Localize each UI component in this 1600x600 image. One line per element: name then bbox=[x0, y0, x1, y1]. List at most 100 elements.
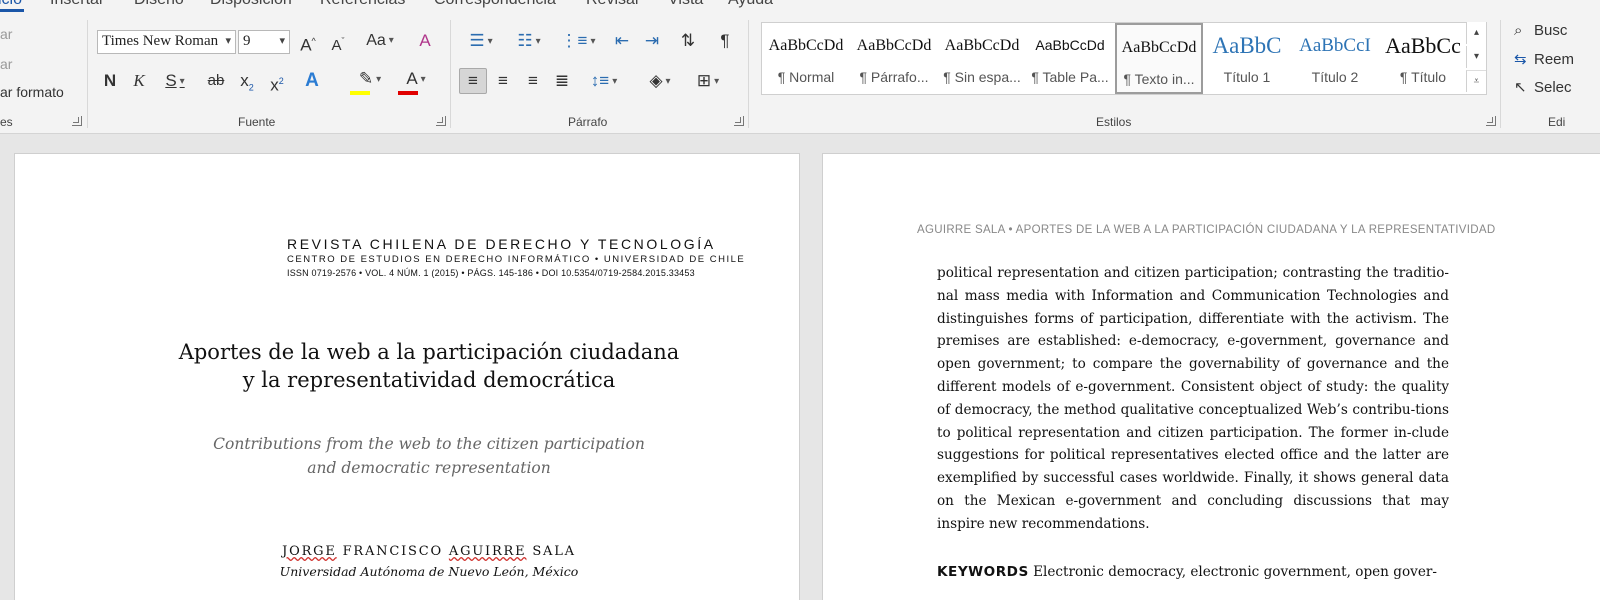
borders-button[interactable]: ⊞ ▾ bbox=[688, 69, 728, 95]
style-table-paragraph[interactable]: AaBbCcDd ¶ Table Pa... bbox=[1026, 23, 1114, 94]
font-size-combobox[interactable]: 9 ▾ bbox=[238, 30, 290, 54]
shrink-font-button[interactable]: Aˇ bbox=[327, 29, 349, 55]
editing-group-label: Edi bbox=[1548, 115, 1566, 129]
find-button[interactable]: ⌕ Busc bbox=[1514, 22, 1567, 39]
journal-header: REVISTA CHILENA DE DERECHO Y TECNOLOGÍA … bbox=[287, 236, 746, 278]
find-label: Busc bbox=[1534, 22, 1568, 39]
style-sample: AaBbCcDd bbox=[1121, 39, 1197, 56]
chevron-down-icon: ▾ bbox=[535, 35, 541, 47]
select-button[interactable]: ↖ Selec bbox=[1514, 78, 1572, 96]
tab-vista[interactable]: Vista bbox=[668, 0, 703, 9]
document-page-2[interactable]: AGUIRRE SALA • APORTES DE LA WEB A LA PA… bbox=[822, 153, 1600, 600]
change-case-icon: Aa bbox=[366, 32, 386, 50]
tab-diseno[interactable]: Diseño bbox=[134, 0, 184, 9]
style-titulo-2[interactable]: AaBbCcI Título 2 bbox=[1291, 23, 1379, 94]
style-sin-espaciado[interactable]: AaBbCcDd ¶ Sin espa... bbox=[938, 23, 1026, 94]
tab-correspondencia[interactable]: Correspondencia bbox=[434, 0, 556, 9]
gallery-scroll-down-button[interactable]: ▾ bbox=[1466, 46, 1486, 68]
gallery-scroll-up-button[interactable]: ▴ bbox=[1466, 22, 1486, 44]
subscript-button[interactable]: x2 bbox=[236, 69, 258, 95]
increase-indent-button[interactable]: ⇥ bbox=[640, 29, 664, 55]
grow-font-button[interactable]: A^ bbox=[297, 29, 319, 55]
italic-button[interactable]: K bbox=[128, 69, 150, 95]
select-label: Selec bbox=[1534, 79, 1572, 96]
change-case-button[interactable]: Aa ▾ bbox=[360, 29, 400, 55]
author-name-part: FRANCISCO bbox=[336, 544, 449, 559]
style-name: Título 2 bbox=[1311, 69, 1359, 85]
font-name-combobox[interactable]: Times New Roman ▾ bbox=[97, 30, 236, 54]
numbering-button[interactable]: ☷ ▾ bbox=[508, 29, 550, 55]
show-marks-button[interactable]: ¶ bbox=[714, 29, 736, 55]
borders-icon: ⊞ bbox=[696, 71, 712, 90]
more-styles-icon: ⩡ bbox=[1473, 76, 1480, 87]
style-name: ¶ Table Pa... bbox=[1031, 69, 1109, 85]
multilevel-list-button[interactable]: ⋮≡ ▾ bbox=[557, 29, 599, 55]
subscript-icon: x bbox=[240, 71, 249, 90]
pilcrow-icon: ¶ bbox=[720, 31, 730, 50]
style-titulo-1[interactable]: AaBbC Título 1 bbox=[1203, 23, 1291, 94]
chevron-down-icon[interactable]: ▾ bbox=[279, 34, 285, 47]
tab-referencias[interactable]: Referencias bbox=[320, 0, 405, 9]
format-painter-button[interactable]: ar formato bbox=[0, 84, 64, 100]
font-launcher-icon[interactable] bbox=[436, 116, 446, 126]
sort-button[interactable]: ⇅ bbox=[676, 29, 700, 55]
italic-icon: K bbox=[133, 71, 145, 90]
style-sample: AaBbCcDd bbox=[768, 37, 844, 54]
strikethrough-icon: ab bbox=[207, 72, 225, 89]
font-color-button[interactable]: A ▾ bbox=[396, 67, 436, 93]
tab-disposicion[interactable]: Disposición bbox=[210, 0, 292, 9]
article-title: Aportes de la web a la participación ciu… bbox=[15, 338, 799, 394]
font-group-label: Fuente bbox=[238, 115, 276, 129]
shading-button[interactable]: ◈ ▾ bbox=[640, 69, 680, 95]
highlight-button[interactable]: ✎ ▾ bbox=[350, 67, 390, 93]
style-titulo[interactable]: AaBbCc ¶ Título bbox=[1379, 23, 1467, 94]
underline-button[interactable]: S ▾ bbox=[158, 69, 192, 95]
superscript-icon: x bbox=[270, 75, 279, 95]
highlighter-icon: ✎ bbox=[358, 69, 374, 88]
search-icon: ⌕ bbox=[1514, 22, 1523, 39]
line-spacing-button[interactable]: ↕≡ ▾ bbox=[585, 69, 623, 95]
style-name: ¶ Normal bbox=[777, 69, 835, 85]
text-effects-button[interactable]: A bbox=[300, 69, 324, 95]
styles-gallery: AaBbCcDd ¶ Normal AaBbCcDd ¶ Párrafo... … bbox=[761, 22, 1487, 95]
gallery-more-button[interactable]: ⩡ bbox=[1466, 70, 1486, 92]
tab-insertar[interactable]: Insertar bbox=[50, 0, 104, 9]
clear-formatting-icon: A bbox=[419, 31, 431, 50]
spelling-flag[interactable]: AGUIRRE bbox=[449, 544, 527, 559]
ribbon-tab-bar: icio Insertar Diseño Disposición Referen… bbox=[0, 0, 1600, 12]
tab-ayuda[interactable]: Ayuda bbox=[728, 0, 773, 9]
styles-launcher-icon[interactable] bbox=[1486, 116, 1496, 126]
clipboard-launcher-icon[interactable] bbox=[72, 116, 82, 126]
align-left-button[interactable]: ≡ bbox=[459, 68, 487, 94]
tab-revisar[interactable]: Revisar bbox=[586, 0, 640, 9]
align-center-button[interactable]: ≡ bbox=[490, 69, 516, 95]
justify-button[interactable]: ≣ bbox=[549, 69, 575, 95]
style-normal[interactable]: AaBbCcDd ¶ Normal bbox=[762, 23, 850, 94]
numbered-list-icon: ☷ bbox=[517, 31, 533, 50]
paragraph-launcher-icon[interactable] bbox=[734, 116, 744, 126]
article-subtitle: Contributions from the web to the citize… bbox=[15, 432, 799, 480]
decrease-indent-button[interactable]: ⇤ bbox=[610, 29, 634, 55]
clipboard-copy-button[interactable]: ar bbox=[0, 56, 12, 72]
style-texto-independiente[interactable]: AaBbCcDd ¶ Texto in... bbox=[1115, 23, 1203, 94]
document-page-1[interactable]: REVISTA CHILENA DE DERECHO Y TECNOLOGÍA … bbox=[14, 153, 800, 600]
chevron-down-icon[interactable]: ▾ bbox=[225, 34, 231, 47]
journal-name: REVISTA CHILENA DE DERECHO Y TECNOLOGÍA bbox=[287, 236, 716, 252]
chevron-down-icon: ▾ bbox=[388, 35, 394, 46]
clear-formatting-button[interactable]: A bbox=[414, 29, 436, 55]
journal-center: CENTRO DE ESTUDIOS EN DERECHO INFORMÁTIC… bbox=[287, 254, 746, 265]
superscript-button[interactable]: x2 bbox=[266, 69, 288, 95]
running-head: AGUIRRE SALA • APORTES DE LA WEB A LA PA… bbox=[917, 224, 1496, 236]
strikethrough-button[interactable]: ab bbox=[204, 69, 228, 95]
bold-button[interactable]: N bbox=[99, 69, 121, 95]
clipboard-cut-button[interactable]: ar bbox=[0, 26, 12, 42]
journal-issn: ISSN 0719-2576 • VOL. 4 NÚM. 1 (2015) • … bbox=[287, 268, 695, 278]
align-right-button[interactable]: ≡ bbox=[520, 69, 546, 95]
spelling-flag[interactable]: JORGE bbox=[282, 544, 337, 559]
tab-inicio[interactable]: icio bbox=[0, 0, 22, 9]
group-separator bbox=[748, 20, 749, 128]
replace-button[interactable]: ⇆ Reem bbox=[1514, 50, 1574, 68]
bullet-list-icon: ☰ bbox=[469, 31, 485, 50]
style-parrafo[interactable]: AaBbCcDd ¶ Párrafo... bbox=[850, 23, 938, 94]
bullets-button[interactable]: ☰ ▾ bbox=[460, 29, 502, 55]
